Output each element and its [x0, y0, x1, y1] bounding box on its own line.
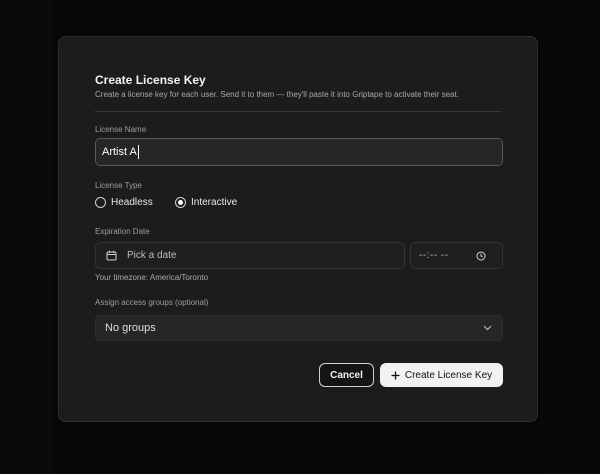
- license-name-label: License Name: [95, 125, 147, 134]
- plus-icon: [391, 371, 400, 379]
- create-button-label: Create License Key: [404, 369, 493, 381]
- license-name-input[interactable]: Artist A: [95, 138, 503, 166]
- date-placeholder: Pick a date: [127, 250, 177, 261]
- chevron-down-icon: [483, 325, 492, 331]
- radio-circle-checked: [175, 197, 186, 208]
- dialog-subtitle: Create a license key for each user. Send…: [95, 90, 459, 99]
- license-type-label: License Type: [95, 181, 142, 190]
- radio-headless-label: Headless: [111, 197, 153, 208]
- text-caret: [137, 145, 139, 159]
- time-placeholder: --:-- --: [419, 250, 449, 261]
- calendar-icon: [106, 250, 117, 261]
- expiration-date-label: Expiration Date: [95, 227, 150, 236]
- date-picker[interactable]: Pick a date: [95, 242, 405, 269]
- divider: [95, 111, 501, 112]
- clock-icon[interactable]: [476, 251, 486, 261]
- license-name-value: Artist A: [102, 146, 137, 158]
- timezone-hint: Your timezone: America/Toronto: [95, 273, 209, 282]
- create-license-dialog: Create License Key Create a license key …: [58, 36, 538, 422]
- access-groups-value: No groups: [105, 322, 156, 334]
- radio-headless[interactable]: Headless: [95, 197, 153, 208]
- cancel-button[interactable]: Cancel: [319, 363, 374, 387]
- time-input[interactable]: --:-- --: [410, 242, 503, 269]
- radio-interactive[interactable]: Interactive: [175, 197, 237, 208]
- radio-circle: [95, 197, 106, 208]
- access-groups-select[interactable]: No groups: [95, 315, 503, 341]
- create-license-key-button[interactable]: Create License Key: [380, 363, 503, 387]
- access-groups-label: Assign access groups (optional): [95, 298, 209, 307]
- dialog-title: Create License Key: [95, 73, 206, 87]
- radio-interactive-label: Interactive: [191, 197, 238, 208]
